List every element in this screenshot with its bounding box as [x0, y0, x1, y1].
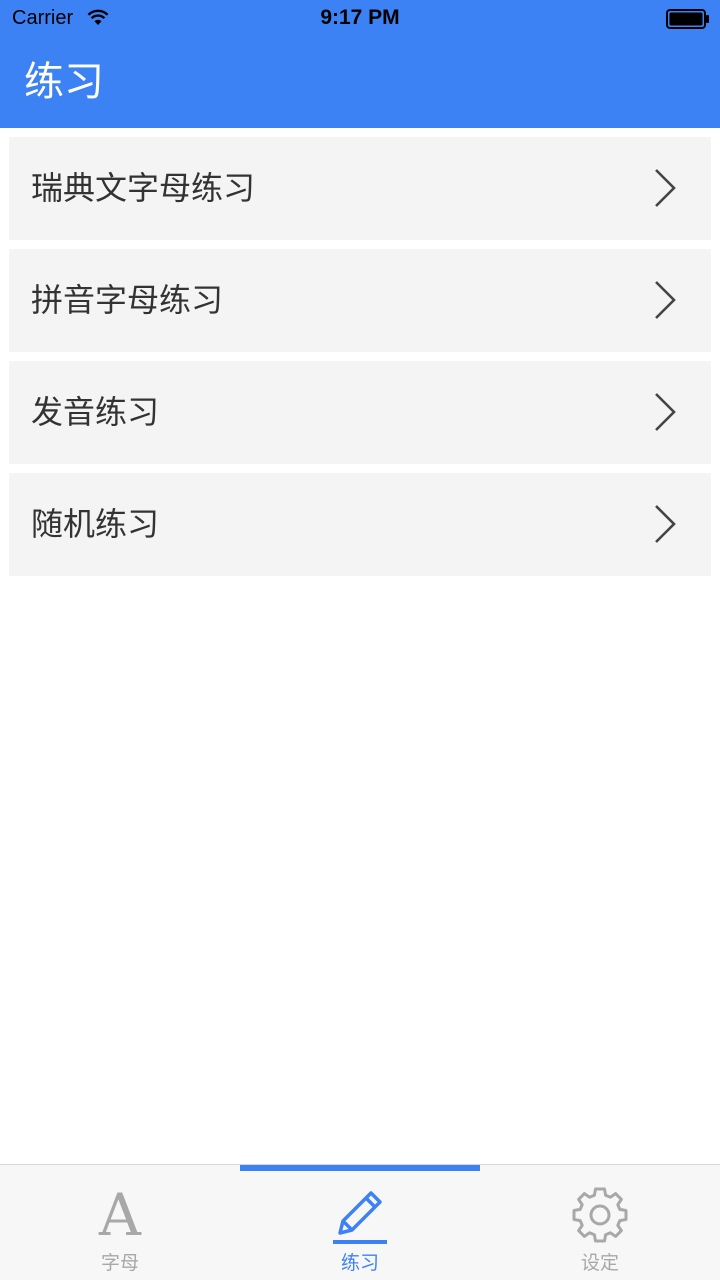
menu-item-label: 发音练习 — [31, 393, 160, 431]
tab-label: 设定 — [580, 1252, 619, 1274]
page-title: 练习 — [24, 59, 104, 105]
menu-item-label: 拼音字母练习 — [31, 281, 224, 319]
battery-icon — [666, 9, 709, 29]
tab-alphabet[interactable]: A 字母 — [0, 1165, 240, 1280]
tab-label: 字母 — [100, 1252, 139, 1274]
practice-menu-list: 瑞典文字母练习 拼音字母练习 发音练习 随机练习 — [9, 137, 711, 585]
status-time: 9:17 PM — [320, 6, 400, 29]
tab-settings[interactable]: 设定 — [480, 1165, 720, 1280]
menu-item-label: 瑞典文字母练习 — [31, 169, 256, 207]
chevron-right-icon — [655, 281, 676, 319]
menu-item-swedish-alphabet-practice[interactable]: 瑞典文字母练习 — [9, 137, 711, 240]
chevron-right-icon — [655, 393, 676, 431]
pencil-icon — [333, 1191, 387, 1244]
tab-bar: A 字母 练习 设定 — [0, 1164, 720, 1280]
chevron-right-icon — [655, 169, 676, 207]
tab-label: 练习 — [340, 1252, 379, 1274]
status-bar: Carrier 9:17 PM — [0, 0, 720, 40]
menu-item-pronunciation-practice[interactable]: 发音练习 — [9, 361, 711, 464]
menu-item-label: 随机练习 — [31, 505, 160, 543]
letter-a-icon: A — [99, 1181, 141, 1249]
gear-icon — [572, 1187, 628, 1243]
tab-practice[interactable]: 练习 — [240, 1165, 480, 1280]
menu-item-pinyin-alphabet-practice[interactable]: 拼音字母练习 — [9, 249, 711, 352]
chevron-right-icon — [655, 505, 676, 543]
menu-item-random-practice[interactable]: 随机练习 — [9, 473, 711, 576]
